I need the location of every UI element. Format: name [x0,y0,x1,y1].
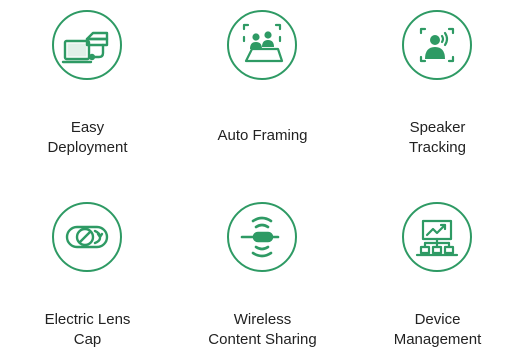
feature-label: Device Management [393,311,482,348]
icon-circle [52,10,122,80]
feature-label: Auto Framing [217,127,308,144]
icon-circle [402,10,472,80]
icon-circle [227,10,297,80]
feature-label: Easy Deployment [47,119,128,156]
feature-label: Speaker Tracking [409,119,466,156]
monitoring-chart-icon [415,219,459,257]
speaking-person-icon [419,27,455,63]
people-in-frame-icon [242,23,284,63]
feature-label: Wireless Content Sharing [208,311,317,348]
icon-circle [227,202,297,272]
pc-and-camera-icon [61,31,109,64]
icon-circle [52,202,122,272]
lens-cap-icon [65,225,109,249]
wireless-dongle-icon [240,216,280,258]
icon-circle [402,202,472,272]
feature-label: Electric Lens Cap [44,311,131,348]
